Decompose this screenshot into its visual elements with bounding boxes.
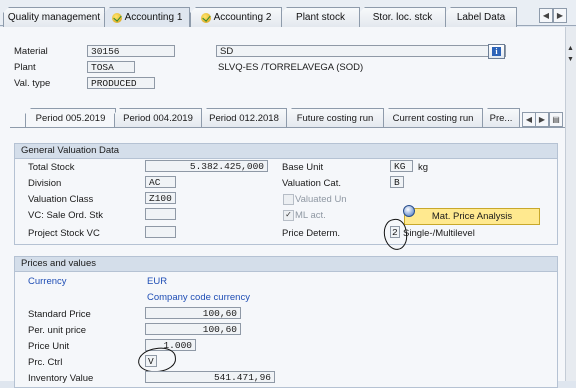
tab-list-icon[interactable]: ▤ (549, 112, 563, 127)
vertical-scrollbar[interactable]: ▲ ▼ (566, 27, 576, 381)
division-label: Division (28, 178, 62, 189)
base-unit-label: Base Unit (282, 162, 324, 173)
tab-current-costing-run[interactable]: Current costing run (383, 108, 483, 128)
tab-label: Plant stock (296, 12, 345, 23)
scroll-left-icon[interactable]: ◀ (539, 8, 553, 23)
tab-label: Period 005.2019 (35, 113, 106, 124)
valuation-cat-label: Valuation Cat. (282, 178, 341, 189)
valuated-un-label: Valuated Un (295, 194, 347, 205)
valuation-class-field[interactable]: Z100 (145, 192, 176, 204)
base-unit-text: kg (418, 162, 429, 173)
mat-price-analysis-button[interactable]: Mat. Price Analysis (403, 205, 540, 225)
standard-price-label: Standard Price (28, 309, 91, 320)
tab-quality-management[interactable]: Quality management (3, 7, 105, 27)
material-description-field[interactable]: SD (216, 45, 506, 57)
tab-divider (10, 127, 565, 128)
plant-field[interactable]: TOSA (87, 61, 135, 73)
scroll-right-icon[interactable]: ▶ (535, 112, 549, 127)
inventory-value-label: Inventory Value (28, 373, 94, 384)
tab-label: Accounting 1 (124, 12, 183, 23)
plant-label: Plant (14, 62, 36, 73)
val-type-label: Val. type (14, 78, 51, 89)
tab-label: Pre... (489, 113, 513, 124)
vc-sale-ord-stk-label: VC: Sale Ord. Stk (28, 210, 103, 221)
tab-label: Future costing run (296, 113, 374, 124)
tab-label: Label Data (456, 12, 506, 23)
tab-accounting-1[interactable]: Accounting 1 (104, 7, 190, 27)
ml-act-label: ML act. (295, 210, 326, 221)
price-determ-label: Price Determ. (282, 228, 341, 239)
tab-period-005-2019[interactable]: Period 005.2019 (25, 108, 116, 128)
info-icon[interactable]: i (488, 44, 505, 59)
vc-sale-ord-stk-field[interactable] (145, 208, 176, 220)
group-title: Prices and values (15, 257, 557, 272)
total-stock-label: Total Stock (28, 162, 75, 173)
analysis-icon (403, 205, 415, 217)
price-determ-text: Single-/Multilevel (403, 228, 475, 239)
valuation-class-label: Valuation Class (28, 194, 94, 205)
company-code-currency: Company code currency (147, 292, 250, 303)
plant-description: SLVQ-ES /TORRELAVEGA (SOD) (218, 62, 364, 73)
val-type-field[interactable]: PRODUCED (87, 77, 155, 89)
tab-future-costing-run[interactable]: Future costing run (286, 108, 384, 128)
tab-period-012-2018[interactable]: Period 012.2018 (201, 108, 287, 128)
accounting-tab-icon (200, 12, 211, 23)
scroll-down-icon[interactable]: ▼ (567, 56, 574, 63)
per-unit-price-field[interactable]: 100,60 (145, 323, 241, 335)
tab-accounting-2[interactable]: Accounting 2 (190, 7, 282, 27)
group-title: General Valuation Data (15, 144, 557, 159)
prc-ctrl-label: Prc. Ctrl (28, 357, 63, 368)
material-label: Material (14, 46, 48, 57)
scroll-right-icon[interactable]: ▶ (553, 8, 567, 23)
valuation-cat-field[interactable]: B (390, 176, 404, 188)
standard-price-field[interactable]: 100,60 (145, 307, 241, 319)
scroll-left-icon[interactable]: ◀ (522, 112, 536, 127)
tab-plant-stock[interactable]: Plant stock (281, 7, 360, 27)
project-stock-vc-field[interactable] (145, 226, 176, 238)
accounting-tab-icon (111, 12, 122, 23)
prices-values-group: Prices and values (14, 256, 558, 388)
currency-label: Currency (28, 276, 67, 287)
currency-value: EUR (147, 276, 168, 287)
base-unit-field[interactable]: KG (390, 160, 413, 172)
material-field[interactable]: 30156 (87, 45, 175, 57)
price-unit-label: Price Unit (28, 341, 70, 352)
tab-label-data[interactable]: Label Data (445, 7, 517, 27)
tab-label: Current costing run (392, 113, 474, 124)
top-tab-strip: Quality management Accounting 1 Accounti… (0, 0, 576, 27)
button-label: Mat. Price Analysis (431, 211, 513, 222)
division-field[interactable]: AC (145, 176, 176, 188)
tab-label: Period 012.2018 (209, 113, 279, 124)
tab-period-004-2019[interactable]: Period 004.2019 (114, 108, 202, 128)
tab-label: Period 004.2019 (123, 113, 193, 124)
tab-label: Quality management (7, 12, 101, 23)
tab-previous[interactable]: Pre... (482, 108, 520, 128)
inventory-value-field[interactable]: 541.471,96 (145, 371, 275, 383)
scroll-up-icon[interactable]: ▲ (567, 45, 574, 52)
tab-label: Stor. loc. stck (372, 12, 433, 23)
tab-stor-loc-stck[interactable]: Stor. loc. stck (359, 7, 446, 27)
project-stock-vc-label: Project Stock VC (28, 228, 100, 239)
total-stock-field[interactable]: 5.382.425,000 (145, 160, 268, 172)
per-unit-price-label: Per. unit price (28, 325, 87, 336)
valuated-un-checkbox[interactable] (283, 194, 294, 205)
ml-act-checkbox[interactable]: ✓ (283, 210, 294, 221)
tab-label: Accounting 2 (213, 12, 272, 23)
